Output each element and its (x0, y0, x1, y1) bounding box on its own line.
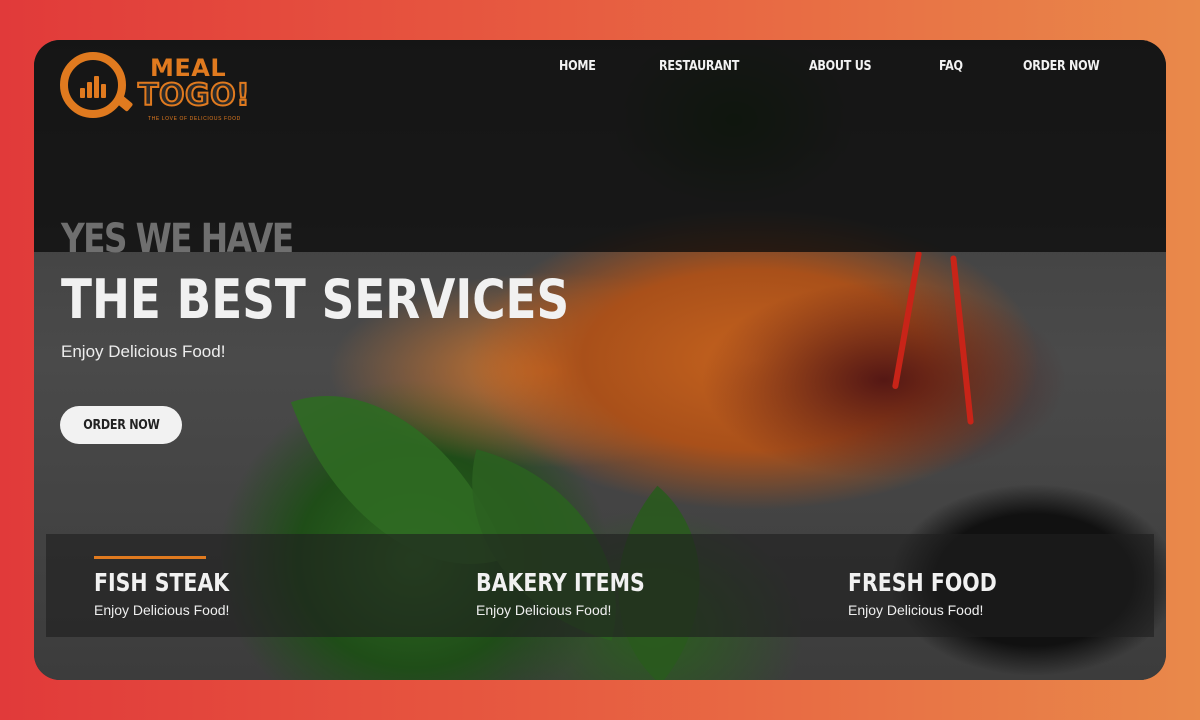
chart-bars-icon (80, 72, 108, 98)
feature-fish-steak[interactable]: FISH STEAK Enjoy Delicious Food! (94, 534, 394, 637)
feature-strip: FISH STEAK Enjoy Delicious Food! BAKERY … (46, 534, 1154, 637)
feature-fresh-food[interactable]: FRESH FOOD Enjoy Delicious Food! (848, 534, 1148, 637)
feature-title: FRESH FOOD (848, 568, 997, 597)
nav-faq-link[interactable]: FAQ (939, 59, 963, 74)
feature-subtitle: Enjoy Delicious Food! (94, 602, 230, 618)
brand-tagline: THE LOVE OF DELICIOUS FOOD (148, 116, 241, 122)
order-now-button[interactable]: ORDER NOW (60, 406, 182, 444)
hero-kicker: YES WE HAVE (61, 216, 294, 262)
feature-title: BAKERY ITEMS (476, 568, 645, 597)
order-now-button-label: ORDER NOW (82, 417, 160, 433)
feature-subtitle: Enjoy Delicious Food! (476, 602, 612, 618)
feature-title: FISH STEAK (94, 568, 230, 597)
brand-logo[interactable]: MEAL TOGO! THE LOVE OF DELICIOUS FOOD (60, 50, 260, 130)
nav-order-now-link[interactable]: ORDER NOW (1023, 59, 1100, 74)
active-underline (94, 556, 206, 559)
hero-headline: THE BEST SERVICES (61, 268, 570, 331)
nav-restaurant-link[interactable]: RESTAURANT (659, 59, 739, 74)
brand-name-line2: TOGO! (137, 77, 251, 114)
magnifier-handle-icon (114, 94, 134, 112)
main-navigation: HOME RESTAURANT ABOUT US FAQ ORDER NOW (559, 59, 1112, 74)
hero-frame: MEAL TOGO! THE LOVE OF DELICIOUS FOOD HO… (34, 40, 1166, 680)
feature-subtitle: Enjoy Delicious Food! (848, 602, 984, 618)
search-magnifier-icon (60, 52, 126, 118)
nav-home-link[interactable]: HOME (559, 59, 596, 74)
feature-bakery-items[interactable]: BAKERY ITEMS Enjoy Delicious Food! (476, 534, 776, 637)
nav-about-us-link[interactable]: ABOUT US (809, 59, 872, 74)
hero-tagline: Enjoy Delicious Food! (61, 342, 226, 361)
